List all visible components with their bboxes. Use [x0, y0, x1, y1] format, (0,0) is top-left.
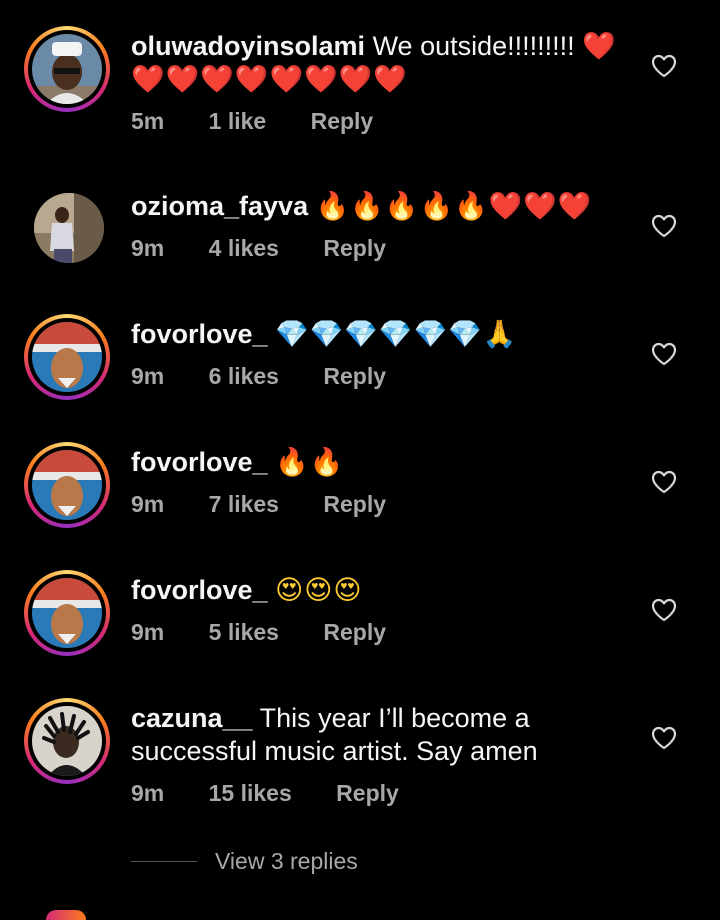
comment-meta: 9m 4 likes Reply	[131, 235, 424, 262]
comment-likes[interactable]: 4 likes	[209, 235, 279, 262]
comment-username[interactable]: fovorlove_	[131, 447, 268, 477]
like-button[interactable]	[651, 214, 677, 238]
avatar[interactable]	[24, 26, 110, 112]
comment-meta: 5m 1 like Reply	[131, 108, 411, 135]
comment-likes[interactable]: 15 likes	[209, 780, 292, 807]
reply-button[interactable]: Reply	[323, 491, 386, 518]
comment-text: fovorlove_ 💎💎💎💎💎💎🙏	[131, 318, 631, 351]
comment-username[interactable]: ozioma_fayva	[131, 191, 308, 221]
reply-button[interactable]: Reply	[336, 780, 399, 807]
reply-button[interactable]: Reply	[323, 235, 386, 262]
avatar-image	[32, 34, 102, 104]
avatar-image	[32, 450, 102, 520]
comment-body: We outside!!!!!!!!!	[372, 31, 575, 61]
comment-text: oluwadoyinsolami We outside!!!!!!!!! ❤️ …	[131, 30, 631, 96]
comment-likes[interactable]: 5 likes	[209, 619, 279, 646]
heart-outline-icon	[651, 726, 677, 750]
comment-meta: 9m 5 likes Reply	[131, 619, 424, 646]
comment-time: 9m	[131, 491, 165, 517]
comment-text: fovorlove_ 🔥🔥	[131, 446, 631, 479]
comment-username[interactable]: oluwadoyinsolami	[131, 31, 365, 61]
avatar	[46, 910, 86, 920]
comment-time: 9m	[131, 780, 165, 806]
like-button[interactable]	[651, 54, 677, 78]
heart-outline-icon	[651, 342, 677, 366]
heart-outline-icon	[651, 54, 677, 78]
heart-outline-icon	[651, 470, 677, 494]
like-button[interactable]	[651, 726, 677, 750]
reply-button[interactable]: Reply	[323, 619, 386, 646]
comment-username[interactable]: cazuna__	[131, 703, 253, 733]
comment-time: 9m	[131, 619, 165, 645]
comment-emojis: 😍😍😍	[275, 575, 363, 606]
comment-time: 9m	[131, 235, 165, 261]
avatar[interactable]	[24, 314, 110, 400]
heart-outline-icon	[651, 598, 677, 622]
avatar-image	[32, 706, 102, 776]
comment-text: cazuna__ This year I’ll become a success…	[131, 702, 631, 768]
comment-time: 5m	[131, 108, 165, 134]
avatar[interactable]	[24, 570, 110, 656]
replies-divider	[131, 861, 197, 862]
avatar-image	[32, 322, 102, 392]
comment-time: 9m	[131, 363, 165, 389]
comment-meta: 9m 6 likes Reply	[131, 363, 424, 390]
view-replies-label: View 3 replies	[215, 848, 358, 874]
comment-text: fovorlove_ 😍😍😍	[131, 574, 631, 607]
avatar[interactable]	[24, 442, 110, 528]
comment-emojis: ❤️	[582, 31, 617, 62]
comment-username[interactable]: fovorlove_	[131, 575, 268, 605]
avatar-image	[34, 193, 104, 263]
comment-likes[interactable]: 6 likes	[209, 363, 279, 390]
like-button[interactable]	[651, 470, 677, 494]
comment-emojis: ❤️❤️❤️❤️❤️❤️❤️❤️	[131, 64, 408, 95]
avatar[interactable]	[24, 698, 110, 784]
comment-emojis: 🔥🔥	[275, 447, 345, 478]
comment-meta: 9m 7 likes Reply	[131, 491, 424, 518]
view-replies-button[interactable]: View 3 replies	[131, 848, 358, 875]
avatar[interactable]	[34, 193, 104, 263]
like-button[interactable]	[651, 598, 677, 622]
comment-likes[interactable]: 7 likes	[209, 491, 279, 518]
comment-emojis: 💎💎💎💎💎💎🙏	[275, 319, 518, 350]
avatar-image	[32, 578, 102, 648]
comment-likes[interactable]: 1 like	[209, 108, 267, 135]
comment-text: ozioma_fayva 🔥🔥🔥🔥🔥❤️❤️❤️	[131, 190, 631, 223]
heart-outline-icon	[651, 214, 677, 238]
comment-username[interactable]: fovorlove_	[131, 319, 268, 349]
comment-emojis: 🔥🔥🔥🔥🔥❤️❤️❤️	[315, 191, 593, 222]
like-button[interactable]	[651, 342, 677, 366]
comment-meta: 9m 15 likes Reply	[131, 780, 437, 807]
reply-button[interactable]: Reply	[311, 108, 374, 135]
reply-button[interactable]: Reply	[323, 363, 386, 390]
